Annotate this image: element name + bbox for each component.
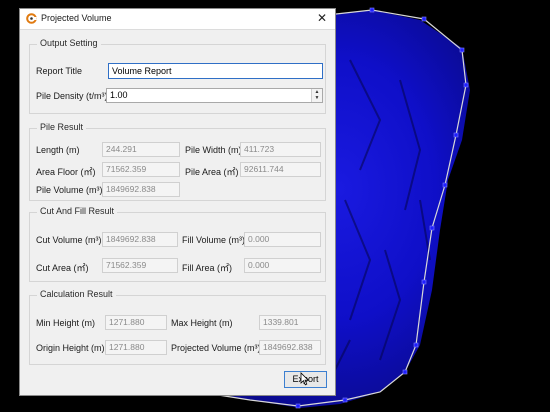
pile-width-label: Pile Width (m) bbox=[185, 145, 242, 155]
cut-area-label: Cut Area (㎡) bbox=[36, 263, 89, 273]
pile-density-label: Pile Density (t/m³) bbox=[36, 91, 108, 101]
fill-area-label: Fill Area (㎡) bbox=[182, 263, 233, 273]
report-title-label: Report Title bbox=[36, 66, 83, 76]
max-height-label: Max Height (m) bbox=[171, 318, 233, 328]
pile-result-group: Pile Result Length (m) 244.291 Pile Widt… bbox=[29, 122, 326, 201]
group-title-pile-result: Pile Result bbox=[37, 122, 87, 132]
pile-volume-value: 1849692.838 bbox=[102, 182, 180, 197]
projected-volume-value: 1849692.838 bbox=[259, 340, 321, 355]
pile-area-value: 92611.744 bbox=[240, 162, 321, 177]
area-floor-value: 71562.359 bbox=[102, 162, 180, 177]
length-label: Length (m) bbox=[36, 145, 80, 155]
pile-density-spinbox[interactable]: 1.00 ▲ ▼ bbox=[106, 88, 323, 103]
calculation-result-group: Calculation Result Min Height (m) 1271.8… bbox=[29, 289, 326, 365]
origin-height-label: Origin Height (m) bbox=[36, 343, 105, 353]
min-height-value: 1271.880 bbox=[105, 315, 167, 330]
fill-area-value: 0.000 bbox=[244, 258, 321, 273]
mouse-pointer-icon bbox=[300, 372, 310, 386]
cut-volume-label: Cut Volume (m³) bbox=[36, 235, 102, 245]
report-title-input[interactable]: Volume Report bbox=[108, 63, 323, 79]
origin-height-value: 1271.880 bbox=[105, 340, 167, 355]
area-floor-label: Area Floor (㎡) bbox=[36, 167, 96, 177]
cut-volume-value: 1849692.838 bbox=[102, 232, 178, 247]
projected-volume-dialog: Projected Volume ✕ Output Setting Report… bbox=[19, 8, 336, 396]
group-title-output-setting: Output Setting bbox=[37, 38, 101, 48]
pile-volume-label: Pile Volume (m³) bbox=[36, 185, 103, 195]
dialog-title: Projected Volume bbox=[41, 13, 112, 23]
length-value: 244.291 bbox=[102, 142, 180, 157]
cut-area-value: 71562.359 bbox=[102, 258, 178, 273]
group-title-cut-fill: Cut And Fill Result bbox=[37, 206, 118, 216]
pile-density-value: 1.00 bbox=[110, 90, 128, 100]
projected-volume-label: Projected Volume (m³) bbox=[171, 343, 261, 353]
cut-fill-group: Cut And Fill Result Cut Volume (m³) 1849… bbox=[29, 206, 326, 282]
pile-area-label: Pile Area (㎡) bbox=[185, 167, 239, 177]
output-setting-group: Output Setting Report Title Volume Repor… bbox=[29, 38, 326, 114]
max-height-value: 1339.801 bbox=[259, 315, 321, 330]
fill-volume-value: 0.000 bbox=[244, 232, 321, 247]
app-logo-icon bbox=[26, 13, 37, 24]
fill-volume-label: Fill Volume (m³) bbox=[182, 235, 246, 245]
group-title-calculation: Calculation Result bbox=[37, 289, 116, 299]
pile-width-value: 411.723 bbox=[240, 142, 321, 157]
min-height-label: Min Height (m) bbox=[36, 318, 96, 328]
dialog-titlebar[interactable]: Projected Volume ✕ bbox=[20, 9, 335, 30]
close-icon[interactable]: ✕ bbox=[315, 11, 329, 25]
spin-arrows-icon[interactable]: ▲ ▼ bbox=[311, 89, 322, 102]
